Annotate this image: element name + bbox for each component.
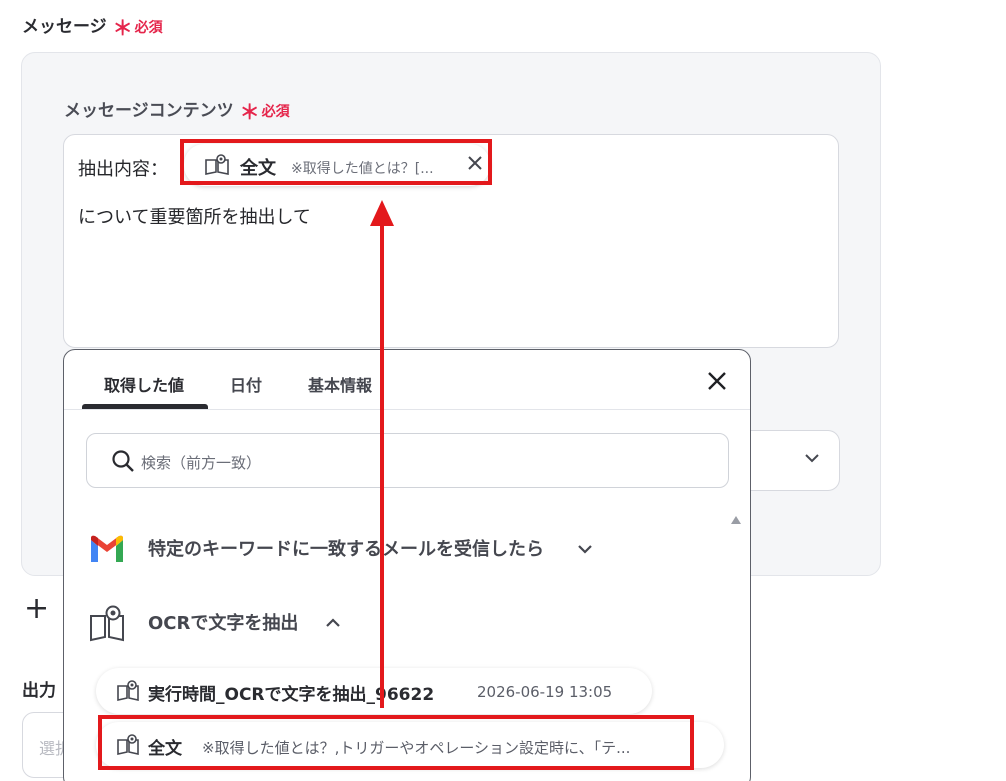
output-placeholder: 選択	[39, 739, 65, 758]
message-field-label: メッセージ＊必須	[22, 16, 163, 40]
search-placeholder: 検索（前方一致）	[141, 454, 262, 472]
required-badge: ＊必須	[239, 100, 290, 124]
group-ocr-extract[interactable]: OCRで文字を抽出	[86, 604, 386, 644]
highlight-box-chip	[180, 139, 492, 185]
gmail-icon	[88, 534, 126, 568]
ocr-book-icon	[88, 604, 126, 648]
highlight-box-list-item	[98, 715, 694, 770]
close-icon[interactable]	[706, 370, 728, 396]
tab-basic-info[interactable]: 基本情報	[308, 372, 372, 396]
message-content-label: メッセージコンテンツ＊必須	[64, 100, 290, 124]
chevron-up-icon	[324, 614, 342, 636]
group-name: OCRで文字を抽出	[148, 613, 299, 634]
chevron-down-icon	[576, 540, 594, 562]
scroll-up-icon[interactable]	[731, 516, 741, 524]
output-field-label: 出力	[22, 681, 56, 701]
tab-date[interactable]: 日付	[230, 372, 262, 396]
popup-tabs: 取得した値 日付 基本情報	[64, 350, 750, 410]
group-gmail-trigger[interactable]: 特定のキーワードに一致するメールを受信したら	[86, 530, 646, 570]
search-icon	[111, 449, 135, 477]
add-button[interactable]: +	[24, 594, 49, 624]
textarea-prefix-text: 抽出内容：	[78, 159, 168, 180]
ocr-book-icon	[116, 680, 140, 706]
required-badge: ＊必須	[112, 16, 163, 40]
list-item-execution-time[interactable]: 実行時間_OCRで文字を抽出_96622 2026-06-19 13:05	[96, 668, 652, 714]
textarea-body-text: について重要箇所を抽出して	[78, 207, 311, 228]
item-value: 2026-06-19 13:05	[477, 683, 613, 701]
tab-obtained-values[interactable]: 取得した値	[104, 372, 184, 396]
search-input[interactable]: 検索（前方一致）	[86, 433, 729, 488]
item-name: 実行時間_OCRで文字を抽出_96622	[148, 685, 435, 705]
chevron-down-icon	[803, 449, 821, 471]
group-name: 特定のキーワードに一致するメールを受信したら	[148, 539, 544, 560]
active-tab-indicator	[82, 404, 208, 409]
